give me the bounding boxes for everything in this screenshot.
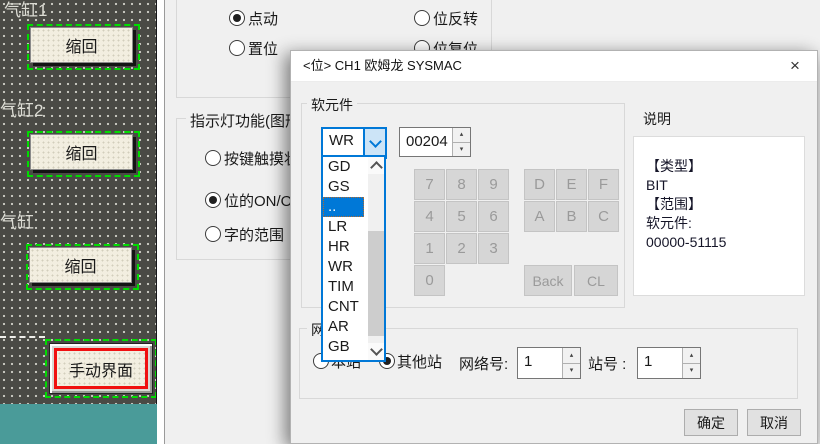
chevron-up-icon <box>370 161 383 174</box>
network-no-spin-buttons: ▴ ▾ <box>562 348 580 378</box>
keypad-key-6[interactable]: 6 <box>478 201 509 232</box>
cancel-button[interactable]: 取消 <box>747 409 801 436</box>
radio-set-label: 置位 <box>248 38 278 59</box>
scroll-up-icon[interactable] <box>368 157 384 174</box>
window-divider <box>164 0 165 444</box>
chevron-down-icon <box>370 343 383 356</box>
keypad-key-f[interactable]: F <box>588 169 619 200</box>
dropdown-item-gb[interactable]: GB <box>323 337 364 357</box>
description-text: 【类型】 BIT 【范围】 软元件: 00000-51115 <box>646 157 726 252</box>
dialog-title: <位> CH1 欧姆龙 SYSMAC <box>303 51 462 81</box>
retract-button-3[interactable]: 缩回 <box>29 247 132 283</box>
network-no-label: 网络号: <box>459 353 508 374</box>
retract-button-1[interactable]: 缩回 <box>30 27 133 63</box>
indicator-group-title: 指示灯功能(图形 <box>186 110 304 131</box>
spin-down-icon[interactable]: ▾ <box>453 142 470 157</box>
dropdown-item-gd[interactable]: GD <box>323 157 364 177</box>
keypad-key-d[interactable]: D <box>524 169 555 200</box>
address-value: 00204 <box>400 128 452 156</box>
dropdown-item-lr[interactable]: LR <box>323 217 364 237</box>
network-no-spinner[interactable]: 1 ▴ ▾ <box>517 347 581 379</box>
keypad-key-a[interactable]: A <box>524 201 555 232</box>
dropdown-item-tim[interactable]: TIM <box>323 277 364 297</box>
radio-bit-onoff-label: 位的ON/O <box>224 190 292 211</box>
device-group-title: 软元件 <box>307 95 357 115</box>
chevron-down-icon <box>369 135 382 148</box>
description-title: 说明 <box>639 109 675 129</box>
radio-word-range-label: 字的范围 <box>224 224 284 245</box>
description-box: 【类型】 BIT 【范围】 软元件: 00000-51115 <box>633 136 805 296</box>
device-type-value: WR <box>323 129 363 157</box>
cylinder-label-1: 气缸1 <box>4 0 47 21</box>
station-no-spinner[interactable]: 1 ▴ ▾ <box>637 347 701 379</box>
selection-dashed-line <box>0 336 45 338</box>
radio-touch-state-label: 按键触摸状 <box>224 148 299 169</box>
scrollbar-thumb[interactable] <box>368 231 384 336</box>
retract-button-2-selection[interactable]: 缩回 <box>27 131 140 177</box>
dropdown-scrollbar[interactable] <box>368 157 384 360</box>
cylinder-label-3: 气缸 <box>0 208 34 233</box>
radio-bit-invert-label: 位反转 <box>433 8 478 29</box>
radio-jog[interactable] <box>229 10 245 26</box>
keypad-clear-button[interactable]: CL <box>574 265 618 296</box>
dropdown-item-ar[interactable]: AR <box>323 317 364 337</box>
station-no-label: 站号 : <box>588 353 626 374</box>
dropdown-item-wr[interactable]: WR <box>323 257 364 277</box>
close-icon[interactable]: × <box>779 53 811 79</box>
manual-screen-button[interactable]: 手动界面 <box>54 348 148 389</box>
ok-button[interactable]: 确定 <box>684 409 738 436</box>
dropdown-item-gs[interactable]: GS <box>323 177 364 197</box>
scroll-down-icon[interactable] <box>368 343 384 360</box>
radio-word-range[interactable] <box>205 226 221 242</box>
network-no-value: 1 <box>518 348 562 378</box>
spin-up-icon[interactable]: ▴ <box>683 348 700 363</box>
dropdown-item-hr[interactable]: HR <box>323 237 364 257</box>
keypad-key-2[interactable]: 2 <box>446 233 477 264</box>
spin-down-icon[interactable]: ▾ <box>683 363 700 379</box>
dropdown-item-cnt[interactable]: CNT <box>323 297 364 317</box>
combo-dropdown-button[interactable] <box>363 129 385 157</box>
retract-button-3-selection[interactable]: 缩回 <box>26 244 139 290</box>
radio-set[interactable] <box>229 40 245 56</box>
keypad-key-5[interactable]: 5 <box>446 201 477 232</box>
spin-down-icon[interactable]: ▾ <box>563 363 580 379</box>
keypad-key-b[interactable]: B <box>556 201 587 232</box>
radio-bit-invert[interactable] <box>414 10 430 26</box>
keypad-key-1[interactable]: 1 <box>414 233 445 264</box>
keypad-key-8[interactable]: 8 <box>446 169 477 200</box>
keypad-key-4[interactable]: 4 <box>414 201 445 232</box>
keypad-key-7[interactable]: 7 <box>414 169 445 200</box>
dialog-titlebar: <位> CH1 欧姆龙 SYSMAC × <box>291 51 817 82</box>
cylinder-label-2: 气缸2 <box>0 96 43 121</box>
keypad-key-3[interactable]: 3 <box>478 233 509 264</box>
station-no-value: 1 <box>638 348 682 378</box>
keypad-key-c[interactable]: C <box>588 201 619 232</box>
spin-up-icon[interactable]: ▴ <box>563 348 580 363</box>
keypad-key-0[interactable]: 0 <box>414 265 445 296</box>
keypad-key-e[interactable]: E <box>556 169 587 200</box>
radio-jog-label: 点动 <box>248 8 278 29</box>
radio-touch-state[interactable] <box>205 150 221 166</box>
hmi-editor-canvas[interactable]: 气缸1 缩回 气缸2 缩回 气缸 缩回 手动界面 <box>0 0 157 404</box>
keypad-back-button[interactable]: Back <box>524 265 572 296</box>
address-spin-buttons: ▴ ▾ <box>452 128 470 156</box>
keypad-key-9[interactable]: 9 <box>478 169 509 200</box>
station-no-spin-buttons: ▴ ▾ <box>682 348 700 378</box>
radio-bit-onoff[interactable] <box>205 192 221 208</box>
retract-button-2[interactable]: 缩回 <box>30 134 133 170</box>
manual-screen-button-frame: 手动界面 <box>49 343 153 394</box>
manual-screen-button-selection[interactable]: 手动界面 <box>45 339 157 398</box>
teal-strip <box>0 404 157 444</box>
device-type-dropdown-list[interactable]: GD GS .. LR HR WR TIM CNT AR GB <box>321 155 386 362</box>
address-spinner[interactable]: 00204 ▴ ▾ <box>399 127 471 157</box>
spin-up-icon[interactable]: ▴ <box>453 128 470 142</box>
retract-button-1-selection[interactable]: 缩回 <box>27 24 140 70</box>
dropdown-item-selected[interactable]: .. <box>323 197 364 217</box>
window-gap <box>157 0 164 444</box>
device-address-dialog: <位> CH1 欧姆龙 SYSMAC × 软元件 WR 00204 ▴ ▾ 7 … <box>290 50 818 444</box>
radio-other-station-label: 其他站 <box>397 351 442 372</box>
